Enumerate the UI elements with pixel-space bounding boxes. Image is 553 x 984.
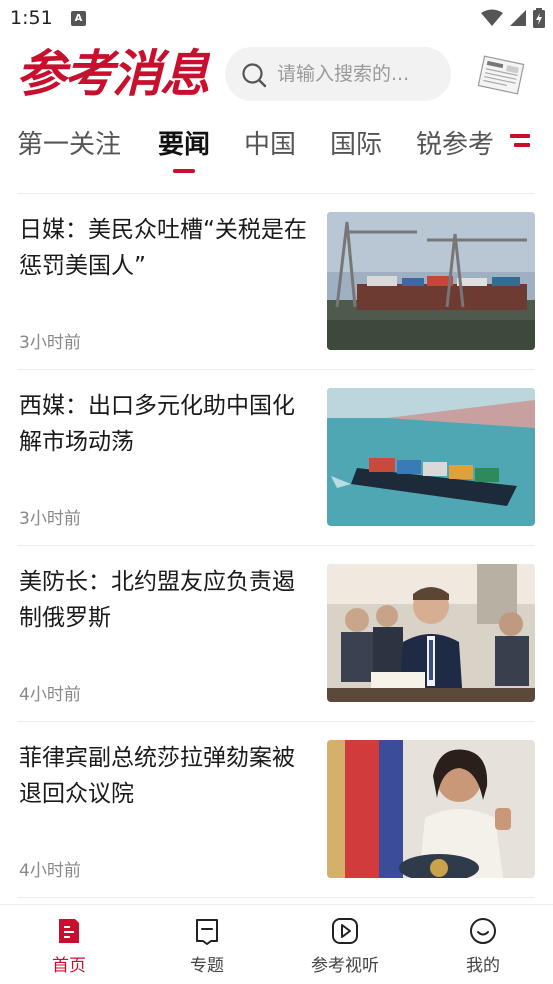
news-title: 美防长：北约盟友应负责遏制俄罗斯 — [19, 569, 295, 631]
status-icons — [481, 8, 545, 28]
app-logo[interactable]: 参考消息 — [16, 44, 210, 104]
tab-first-focus[interactable]: 第一关注 — [17, 124, 121, 161]
nav-label: 参考视听 — [311, 956, 379, 976]
search-icon — [242, 63, 267, 88]
news-time: 3小时前 — [19, 333, 81, 353]
news-title: 西媒：出口多元化助中国化解市场动荡 — [19, 393, 295, 455]
newspaper-icon[interactable] — [477, 54, 525, 96]
nav-topics[interactable]: 专题 — [152, 917, 262, 976]
app-header: 参考消息 — [0, 40, 553, 110]
status-bar: 1:51 A — [0, 0, 553, 36]
news-item[interactable]: 美防长：北约盟友应负责遏制俄罗斯 4小时前 — [0, 564, 553, 740]
home-doc-icon — [59, 919, 79, 943]
bottom-nav: 首页 专题 参考视听 我的 — [0, 904, 553, 984]
tab-rui-cankao[interactable]: 锐参考 — [416, 124, 494, 161]
nav-home[interactable]: 首页 — [14, 917, 124, 976]
news-thumbnail-ship — [327, 388, 535, 526]
status-time: 1:51 — [10, 7, 53, 29]
divider — [17, 721, 535, 722]
news-item[interactable]: 西媒：出口多元化助中国化解市场动荡 3小时前 — [0, 388, 553, 564]
nav-label: 我的 — [466, 956, 500, 976]
divider — [17, 193, 535, 194]
news-thumbnail-hearing — [327, 564, 535, 702]
news-item[interactable]: 日媒：美民众吐槽“关税是在惩罚美国人” 3小时前 — [0, 212, 553, 388]
smile-icon — [470, 918, 496, 944]
signal-icon — [510, 10, 526, 26]
news-thumbnail-port — [327, 212, 535, 350]
play-icon — [332, 918, 358, 944]
tab-headlines[interactable]: 要闻 — [158, 124, 210, 161]
nav-video[interactable]: 参考视听 — [290, 917, 400, 976]
news-feed[interactable]: 日媒：美民众吐槽“关税是在惩罚美国人” 3小时前 西媒：出口多元化助中国化解市场… — [0, 176, 553, 904]
tab-international[interactable]: 国际 — [330, 124, 382, 161]
news-time: 4小时前 — [19, 685, 81, 705]
active-tab-indicator — [173, 169, 195, 173]
news-item[interactable]: 菲律宾副总统莎拉弹劾案被退回众议院 4小时前 — [0, 740, 553, 904]
tab-china[interactable]: 中国 — [244, 124, 296, 161]
nav-label: 首页 — [52, 956, 86, 976]
divider — [17, 545, 535, 546]
news-thumbnail-podium — [327, 740, 535, 878]
divider — [17, 369, 535, 370]
wifi-icon — [481, 9, 503, 26]
divider — [17, 897, 535, 898]
category-tabs: 第一关注 要闻 中国 国际 锐参考 — [0, 118, 553, 176]
notification-icon: A — [71, 11, 86, 26]
nav-profile[interactable]: 我的 — [428, 917, 538, 976]
search-bar[interactable] — [225, 47, 451, 101]
news-time: 4小时前 — [19, 861, 81, 881]
search-input[interactable] — [277, 47, 443, 101]
news-title: 日媒：美民众吐槽“关税是在惩罚美国人” — [19, 217, 307, 279]
news-title: 菲律宾副总统莎拉弹劾案被退回众议院 — [19, 745, 295, 807]
nav-label: 专题 — [190, 956, 224, 976]
news-time: 3小时前 — [19, 509, 81, 529]
channel-menu-icon[interactable] — [510, 134, 530, 152]
bookmark-icon — [196, 919, 218, 945]
battery-icon — [533, 8, 545, 28]
